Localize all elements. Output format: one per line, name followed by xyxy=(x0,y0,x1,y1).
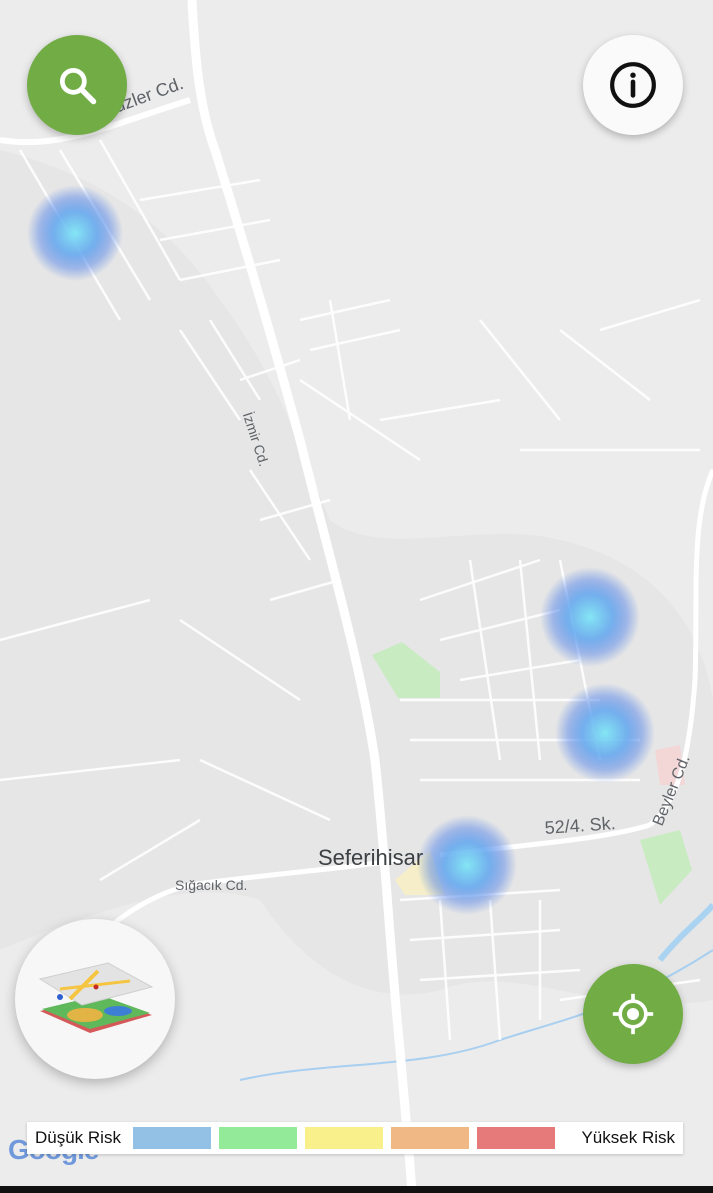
legend-swatch-1 xyxy=(132,1127,211,1149)
my-location-icon xyxy=(612,993,654,1035)
legend-swatch-4 xyxy=(390,1127,469,1149)
street-label-sigacik: Sığacık Cd. xyxy=(175,877,248,893)
town-label: Seferihisar xyxy=(318,845,424,870)
heat-spot[interactable] xyxy=(417,815,517,915)
search-icon xyxy=(59,67,97,105)
bottom-system-bar xyxy=(0,1186,713,1193)
heat-spot[interactable] xyxy=(555,683,655,783)
legend-swatch-2 xyxy=(218,1127,297,1149)
legend-swatch-3 xyxy=(304,1127,383,1149)
my-location-button[interactable] xyxy=(583,964,683,1064)
info-button[interactable] xyxy=(583,35,683,135)
legend-high-label: Yüksek Risk xyxy=(581,1128,675,1147)
legend-low-label: Düşük Risk xyxy=(35,1128,121,1147)
info-icon xyxy=(610,62,656,108)
search-button[interactable] xyxy=(27,35,127,135)
heat-spot[interactable] xyxy=(27,185,123,281)
map-layers-icon xyxy=(38,962,154,1033)
map-layers-button[interactable] xyxy=(15,919,175,1079)
risk-legend: Düşük Risk Yüksek Risk xyxy=(27,1122,683,1154)
legend-swatch-5 xyxy=(476,1127,555,1149)
heat-spot[interactable] xyxy=(540,567,640,667)
